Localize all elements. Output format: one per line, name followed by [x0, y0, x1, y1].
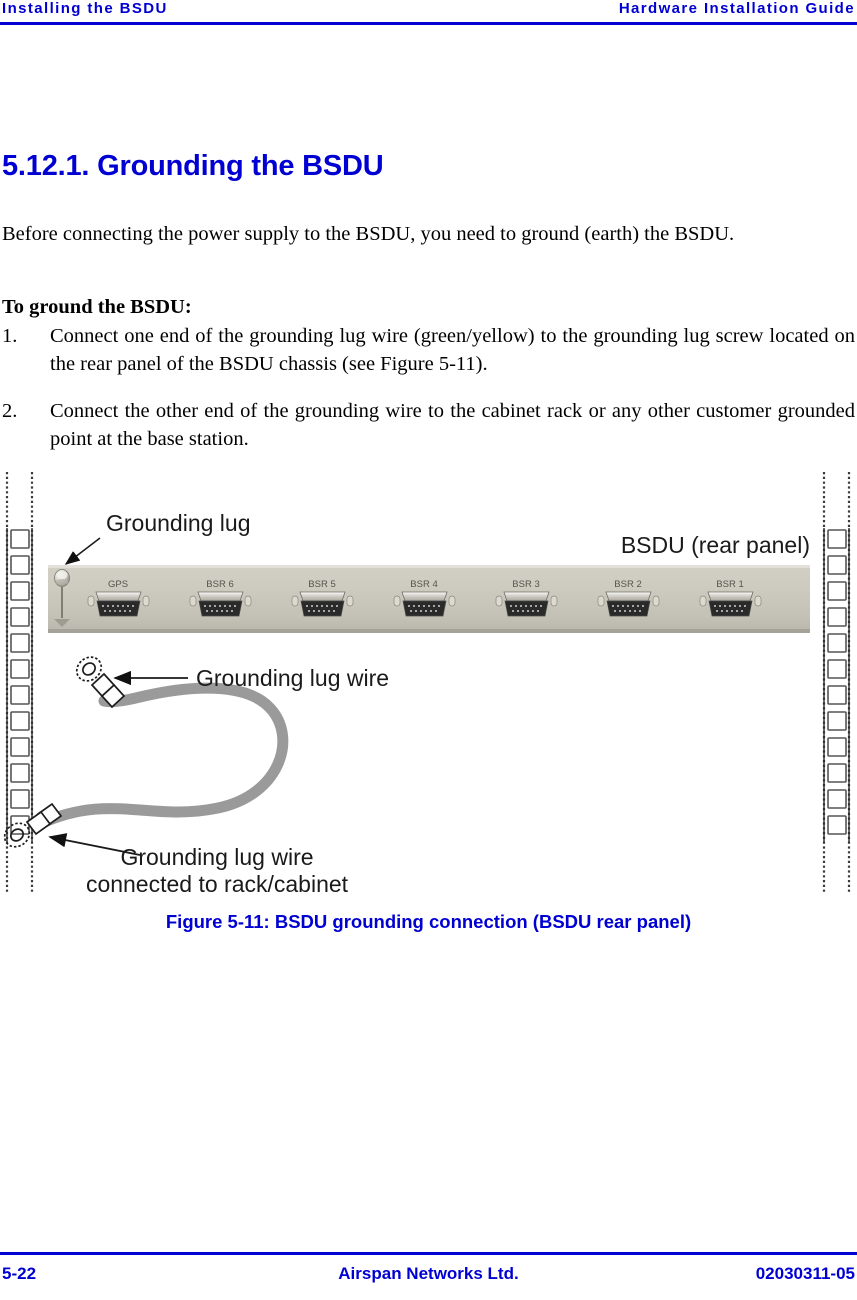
- port-label: BSR 1: [716, 579, 743, 590]
- intro-paragraph: Before connecting the power supply to th…: [2, 222, 735, 245]
- page-header: Installing the BSDU Hardware Installatio…: [0, 0, 857, 30]
- callout-label: connected to rack/cabinet: [86, 871, 349, 895]
- ring-terminal-lower: [3, 802, 63, 848]
- callout-rear-panel: BSDU (rear panel): [621, 532, 810, 558]
- footer-document-number: 02030311-05: [755, 1264, 855, 1283]
- header-left-text: Installing the BSDU: [2, 0, 168, 17]
- list-item-text: Connect one end of the grounding lug wir…: [50, 325, 855, 375]
- rack-rail-right: [822, 472, 851, 893]
- port-label: BSR 3: [512, 579, 539, 590]
- grounding-lug-wire: [34, 682, 289, 830]
- port-label: BSR 5: [308, 579, 335, 590]
- list-item: 2. Connect the other end of the groundin…: [0, 397, 855, 453]
- procedure-step-list: 1. Connect one end of the grounding lug …: [0, 322, 857, 472]
- callout-label: Grounding lug wire: [120, 844, 313, 870]
- port-label: BSR 2: [614, 579, 641, 590]
- footer-rule: [0, 1252, 857, 1255]
- header-right-text: Hardware Installation Guide: [618, 0, 855, 17]
- figure-caption: Figure 5-11: BSDU grounding connection (…: [165, 911, 692, 932]
- list-item: 1. Connect one end of the grounding lug …: [0, 322, 855, 378]
- header-rule: [0, 22, 857, 25]
- list-item-text: Connect the other end of the grounding w…: [50, 400, 855, 450]
- list-item-marker: 2.: [2, 400, 18, 422]
- list-item-marker: 1.: [2, 325, 18, 347]
- footer-company: Airspan Networks Ltd.: [338, 1264, 519, 1283]
- bsdu-rear-panel-image: GPS BSR 6 BSR 5 BSR 4 BSR 3 BSR 2 BSR 1: [48, 565, 810, 633]
- callout-label: BSDU (rear panel): [621, 532, 810, 558]
- callout-grounding-lug: Grounding lug: [64, 510, 251, 565]
- port-label: BSR 6: [206, 579, 233, 590]
- figure-5-11: GPS BSR 6 BSR 5 BSR 4 BSR 3 BSR 2 BSR 1 …: [0, 470, 857, 895]
- callout-label: Grounding lug: [106, 510, 251, 536]
- callout-lug-wire: Grounding lug wire: [113, 665, 389, 691]
- page-title: 5.12.1. Grounding the BSDU: [2, 150, 384, 183]
- ring-terminal-upper: [75, 656, 126, 709]
- port-label: BSR 4: [410, 579, 437, 590]
- callout-lug-wire-rack: Grounding lug wire connected to rack/cab…: [48, 833, 349, 895]
- procedure-lead-in: To ground the BSDU:: [2, 295, 192, 318]
- callout-label: Grounding lug wire: [196, 665, 389, 691]
- page-footer: 5-22 Airspan Networks Ltd. 02030311-05: [0, 1252, 857, 1300]
- port-label: GPS: [108, 579, 128, 590]
